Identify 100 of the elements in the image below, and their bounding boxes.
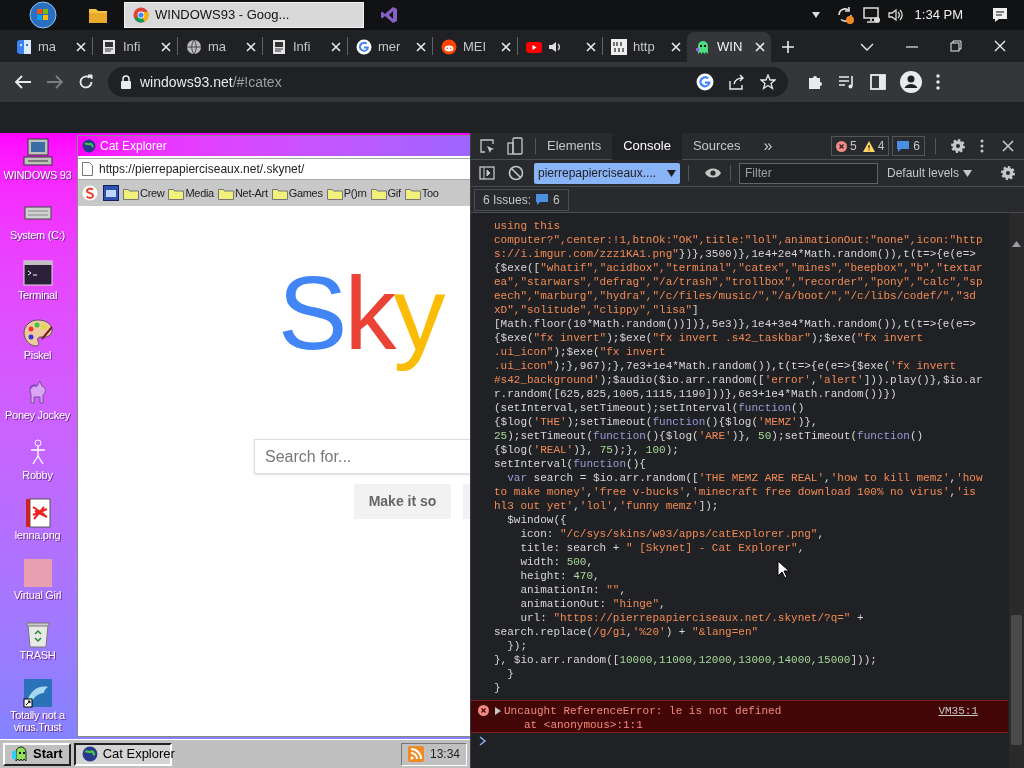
error-text: Uncaught ReferenceError: le is not defined	[504, 704, 782, 718]
mouse-pointer-icon	[777, 560, 789, 579]
browser-tab[interactable]: http	[603, 32, 687, 62]
error-count: 5	[849, 138, 857, 155]
code-line: icon: "/c/sys/skins/w93/apps/catExplorer.png",	[519, 527, 825, 541]
start-button[interactable]: Start	[3, 742, 71, 766]
eye-icon[interactable]	[704, 167, 722, 179]
browser-tab[interactable]: mer	[348, 32, 432, 62]
devtools-tab[interactable]: Elements	[536, 132, 613, 160]
bookmark-folder[interactable]: P()rn	[326, 184, 367, 202]
device-icon[interactable]	[507, 137, 523, 155]
plus-icon[interactable]	[781, 40, 795, 54]
profile-icon[interactable]	[900, 71, 922, 93]
back-arrow-icon[interactable]	[14, 74, 32, 90]
computer-icon[interactable]	[21, 137, 54, 169]
code-line: width: 500,	[519, 555, 594, 569]
address-bar[interactable]: windows93.net/#!catex	[108, 67, 788, 97]
code-editor-icon[interactable]	[380, 6, 398, 24]
play-logo-icon	[526, 39, 542, 55]
issues-count: 6	[553, 191, 560, 209]
reload-icon[interactable]	[78, 74, 94, 90]
code-line: animationIn: "",	[519, 583, 627, 597]
s-logo-icon[interactable]	[82, 185, 98, 201]
devtools-tab[interactable]: Console	[612, 132, 682, 160]
volume-icon[interactable]	[886, 7, 905, 23]
notification-icon[interactable]	[991, 6, 1009, 24]
inspect-icon[interactable]	[479, 138, 495, 154]
scrollbar-thumb[interactable]	[1011, 615, 1022, 745]
settings-icon[interactable]	[950, 138, 966, 154]
code-line: .ui_icon");$exe("fx invert	[494, 345, 666, 359]
issues-button[interactable]: 6 Issues: 6	[474, 188, 569, 211]
caret-icon[interactable]	[810, 11, 821, 19]
message-count: 6	[913, 138, 920, 155]
filter-field[interactable]: Filter	[739, 162, 878, 184]
error-icon	[835, 140, 847, 152]
page-icon	[82, 162, 93, 176]
browser-tab[interactable]: MEI	[433, 32, 517, 62]
forward-arrow-icon[interactable]	[46, 74, 64, 90]
bookmark-folder[interactable]: Crew	[123, 184, 165, 202]
bookmark-folder[interactable]: Gif	[370, 184, 401, 202]
terminal-icon[interactable]	[21, 257, 54, 289]
folder-icon	[326, 186, 343, 200]
start-button[interactable]	[28, 0, 58, 30]
menu-icon[interactable]	[936, 74, 940, 90]
chevron-down-icon[interactable]	[860, 42, 874, 52]
app-window-icon[interactable]	[103, 185, 119, 201]
code-line: [Math.floor(10*Math.random())])},5e3)},1e4+3e4*Math.random()),t(t=>{e(e=>	[494, 317, 976, 331]
restore-icon[interactable]	[950, 40, 962, 52]
code-line: hl3 out yet','lol','funny memz']);	[494, 499, 719, 513]
devtools-tab[interactable]: Sources	[681, 132, 752, 160]
bookmark-folder[interactable]: Games	[271, 184, 323, 202]
scroll-up-icon[interactable]	[1012, 241, 1021, 247]
more-icon[interactable]	[980, 139, 984, 153]
prompt-icon[interactable]	[479, 736, 487, 746]
code-line: ea","starwars","defrag","/a/trash","trollbox","recorder","pony","calc","sp	[494, 275, 983, 289]
expand-triangle-icon[interactable]	[495, 707, 501, 715]
context-dropdown[interactable]: pierrepapierciseaux....	[534, 162, 680, 184]
browser-tab[interactable]: Infi	[93, 32, 177, 62]
settings-icon[interactable]	[1000, 165, 1016, 181]
code-line: eech","marburg","hydra","/c/files/music/","/a/boot/","/c/libs/codef/","3d	[494, 289, 976, 303]
puzzle-icon[interactable]	[806, 73, 824, 91]
dolphin-icon[interactable]	[21, 677, 54, 709]
search-field[interactable]: Search for...	[254, 439, 470, 474]
folder-icon	[271, 186, 288, 200]
close-icon[interactable]	[1002, 140, 1014, 152]
folder-icon	[168, 186, 185, 200]
search-button[interactable]: Make it so	[354, 484, 451, 519]
g-logo-icon[interactable]	[696, 73, 714, 91]
levels-dropdown[interactable]: Default levels	[887, 164, 973, 182]
side-panel-icon[interactable]	[870, 74, 886, 90]
bookmark-folder[interactable]: Net-Art	[217, 184, 268, 202]
folder-icon[interactable]	[88, 6, 108, 24]
clear-console-icon[interactable]	[508, 165, 524, 181]
bookmark-folder[interactable]: Too	[404, 184, 439, 202]
more-tabs-button[interactable]: »	[763, 134, 773, 158]
taskbar-window-button[interactable]: WINDOWS93 - Goog...	[124, 2, 364, 28]
url-field[interactable]: https://pierrepapierciseaux.net/.skynet/	[78, 158, 470, 180]
bookmark-folder[interactable]: Media	[168, 184, 214, 202]
palette-icon[interactable]	[21, 317, 54, 349]
message-counter[interactable]: 6	[892, 136, 925, 156]
browser-tab[interactable]: ma	[8, 32, 92, 62]
code-line: r.random([625,825,1005,1115,1190]))},6e3+1e4*Math.random())})	[494, 387, 897, 401]
sidebar-toggle-icon[interactable]	[479, 166, 495, 180]
star-icon[interactable]	[760, 74, 776, 90]
browser-tab[interactable]: WIN	[687, 32, 771, 62]
browser-tab[interactable]: ma	[178, 32, 262, 62]
source-link[interactable]: VM35:1	[938, 704, 978, 718]
caret-icon	[963, 169, 973, 177]
url-path: /#!catex	[232, 72, 282, 92]
share-icon[interactable]	[728, 74, 746, 90]
folder-icon	[404, 186, 421, 200]
error-warning-counter[interactable]: 5 4	[830, 136, 890, 156]
playlist-icon[interactable]	[838, 74, 856, 90]
browser-tab[interactable]: Infi	[263, 32, 347, 62]
scrollbar[interactable]	[1009, 213, 1024, 768]
code-line: {$log('REAL')}, 75);}, 100);	[494, 443, 679, 457]
url-host: windows93.net	[140, 72, 233, 92]
network-icon[interactable]	[860, 6, 881, 24]
lock-icon	[120, 75, 132, 89]
document-icon	[271, 39, 287, 55]
